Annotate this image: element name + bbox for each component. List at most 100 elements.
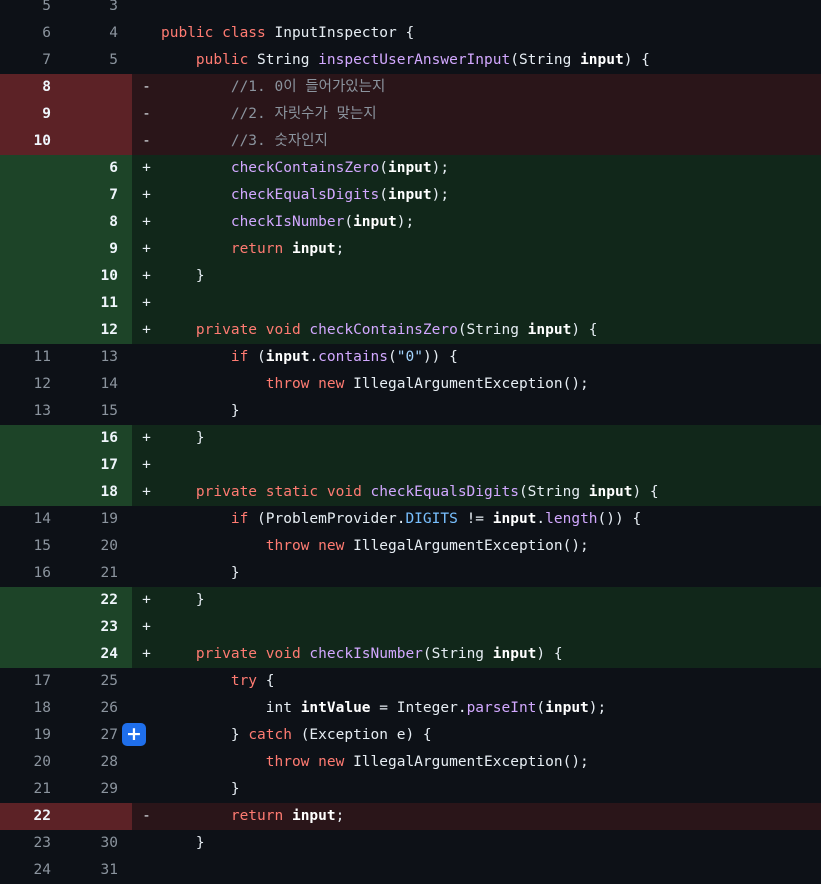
new-line-number[interactable]: 17 <box>66 452 132 479</box>
old-line-number[interactable]: 24 <box>0 857 66 884</box>
diff-line-add: 12 + private void checkContainsZero(Strin… <box>0 317 821 344</box>
old-line-number[interactable]: 11 <box>0 344 66 371</box>
old-line-number[interactable]: 12 <box>0 371 66 398</box>
old-line-number[interactable]: 13 <box>0 398 66 425</box>
code-content: return input; <box>161 803 821 830</box>
new-line-number[interactable]: 16 <box>66 425 132 452</box>
old-line-number[interactable]: 20 <box>0 749 66 776</box>
code-token: . <box>309 349 319 365</box>
new-line-number[interactable]: 10 <box>66 263 132 290</box>
code-token: } <box>161 727 249 743</box>
code-content: } <box>161 560 821 587</box>
code-content: throw new IllegalArgumentException(); <box>161 749 821 776</box>
code-token: } <box>161 781 240 797</box>
old-line-number[interactable]: 14 <box>0 506 66 533</box>
old-line-number[interactable] <box>0 479 66 506</box>
new-line-number[interactable]: 11 <box>66 290 132 317</box>
new-line-number[interactable]: 5 <box>66 47 132 74</box>
code-content: } <box>161 398 821 425</box>
new-line-number[interactable] <box>66 74 132 101</box>
new-line-number[interactable]: 28 <box>66 749 132 776</box>
old-line-number[interactable]: 22 <box>0 803 66 830</box>
code-token: input <box>387 187 432 203</box>
code-token: if <box>230 349 249 365</box>
new-line-number[interactable] <box>66 101 132 128</box>
diff-sign <box>132 830 161 857</box>
new-line-number[interactable]: 7 <box>66 182 132 209</box>
old-line-number[interactable]: 8 <box>0 74 66 101</box>
old-line-number[interactable]: 6 <box>0 20 66 47</box>
code-content: if (input.contains("0")) { <box>161 344 821 371</box>
code-token: private <box>195 646 258 662</box>
add-comment-button[interactable]: + <box>122 723 146 746</box>
old-line-number[interactable]: 15 <box>0 533 66 560</box>
diff-line-ctx: 16 21 } <box>0 560 821 587</box>
diff-sign: + <box>142 457 151 473</box>
diff-view: 5 3 6 4 public class InputInspector {7 5 publ… <box>0 0 821 884</box>
new-line-number[interactable]: 24 <box>66 641 132 668</box>
new-line-number[interactable]: 19 <box>66 506 132 533</box>
diff-sign <box>132 749 161 776</box>
old-line-number[interactable] <box>0 587 66 614</box>
old-line-number[interactable]: 16 <box>0 560 66 587</box>
code-token: checkContainsZero <box>230 160 380 176</box>
old-line-number[interactable]: 10 <box>0 128 66 155</box>
diff-sign <box>132 398 161 425</box>
old-line-number[interactable]: 23 <box>0 830 66 857</box>
new-line-number[interactable]: 18 <box>66 479 132 506</box>
new-line-number[interactable]: 6 <box>66 155 132 182</box>
new-line-number[interactable]: 4 <box>66 20 132 47</box>
plus-icon: + <box>126 723 142 745</box>
old-line-number[interactable] <box>0 263 66 290</box>
old-line-number[interactable] <box>0 614 66 641</box>
old-line-number[interactable]: 17 <box>0 668 66 695</box>
old-line-number[interactable]: 7 <box>0 47 66 74</box>
new-line-number[interactable]: 23 <box>66 614 132 641</box>
new-line-number[interactable]: 22 <box>66 587 132 614</box>
diff-sign: + <box>142 592 151 608</box>
new-line-number[interactable]: 29 <box>66 776 132 803</box>
new-line-number[interactable]: 13 <box>66 344 132 371</box>
old-line-number[interactable]: 9 <box>0 101 66 128</box>
code-token: input <box>492 646 537 662</box>
new-line-number[interactable]: 12 <box>66 317 132 344</box>
old-line-number[interactable]: 19 <box>0 722 66 749</box>
old-line-number[interactable]: 5 <box>0 0 66 20</box>
old-line-number[interactable]: 18 <box>0 695 66 722</box>
new-line-number[interactable]: 31 <box>66 857 132 884</box>
old-line-number[interactable] <box>0 236 66 263</box>
new-line-number[interactable] <box>66 803 132 830</box>
code-token: checkIsNumber <box>230 214 345 230</box>
new-line-number[interactable]: 3 <box>66 0 132 20</box>
new-line-number[interactable]: 25 <box>66 668 132 695</box>
new-line-number[interactable]: 15 <box>66 398 132 425</box>
new-line-number[interactable]: 20 <box>66 533 132 560</box>
code-content <box>161 290 821 317</box>
old-line-number[interactable] <box>0 155 66 182</box>
new-line-number[interactable]: 8 <box>66 209 132 236</box>
diff-line-add: 17 + <box>0 452 821 479</box>
code-token: //1. 0이 들어가있는지 <box>230 79 386 95</box>
new-line-number[interactable]: 30 <box>66 830 132 857</box>
old-line-number[interactable] <box>0 641 66 668</box>
old-line-number[interactable] <box>0 452 66 479</box>
old-line-number[interactable]: 21 <box>0 776 66 803</box>
diff-line-add: 23 + <box>0 614 821 641</box>
code-token: ( <box>248 349 266 365</box>
code-token: input <box>527 322 572 338</box>
old-line-number[interactable] <box>0 317 66 344</box>
diff-line-ctx: 6 4 public class InputInspector { <box>0 20 821 47</box>
new-line-number[interactable]: 21 <box>66 560 132 587</box>
new-line-number[interactable] <box>66 128 132 155</box>
old-line-number[interactable] <box>0 290 66 317</box>
new-line-number[interactable]: 26 <box>66 695 132 722</box>
new-line-number[interactable]: 14 <box>66 371 132 398</box>
diff-line-add: 11 + <box>0 290 821 317</box>
new-line-number[interactable]: 9 <box>66 236 132 263</box>
code-token: input <box>545 700 589 716</box>
old-line-number[interactable] <box>0 209 66 236</box>
old-line-number[interactable] <box>0 425 66 452</box>
code-token: } <box>161 592 205 608</box>
old-line-number[interactable] <box>0 182 66 209</box>
